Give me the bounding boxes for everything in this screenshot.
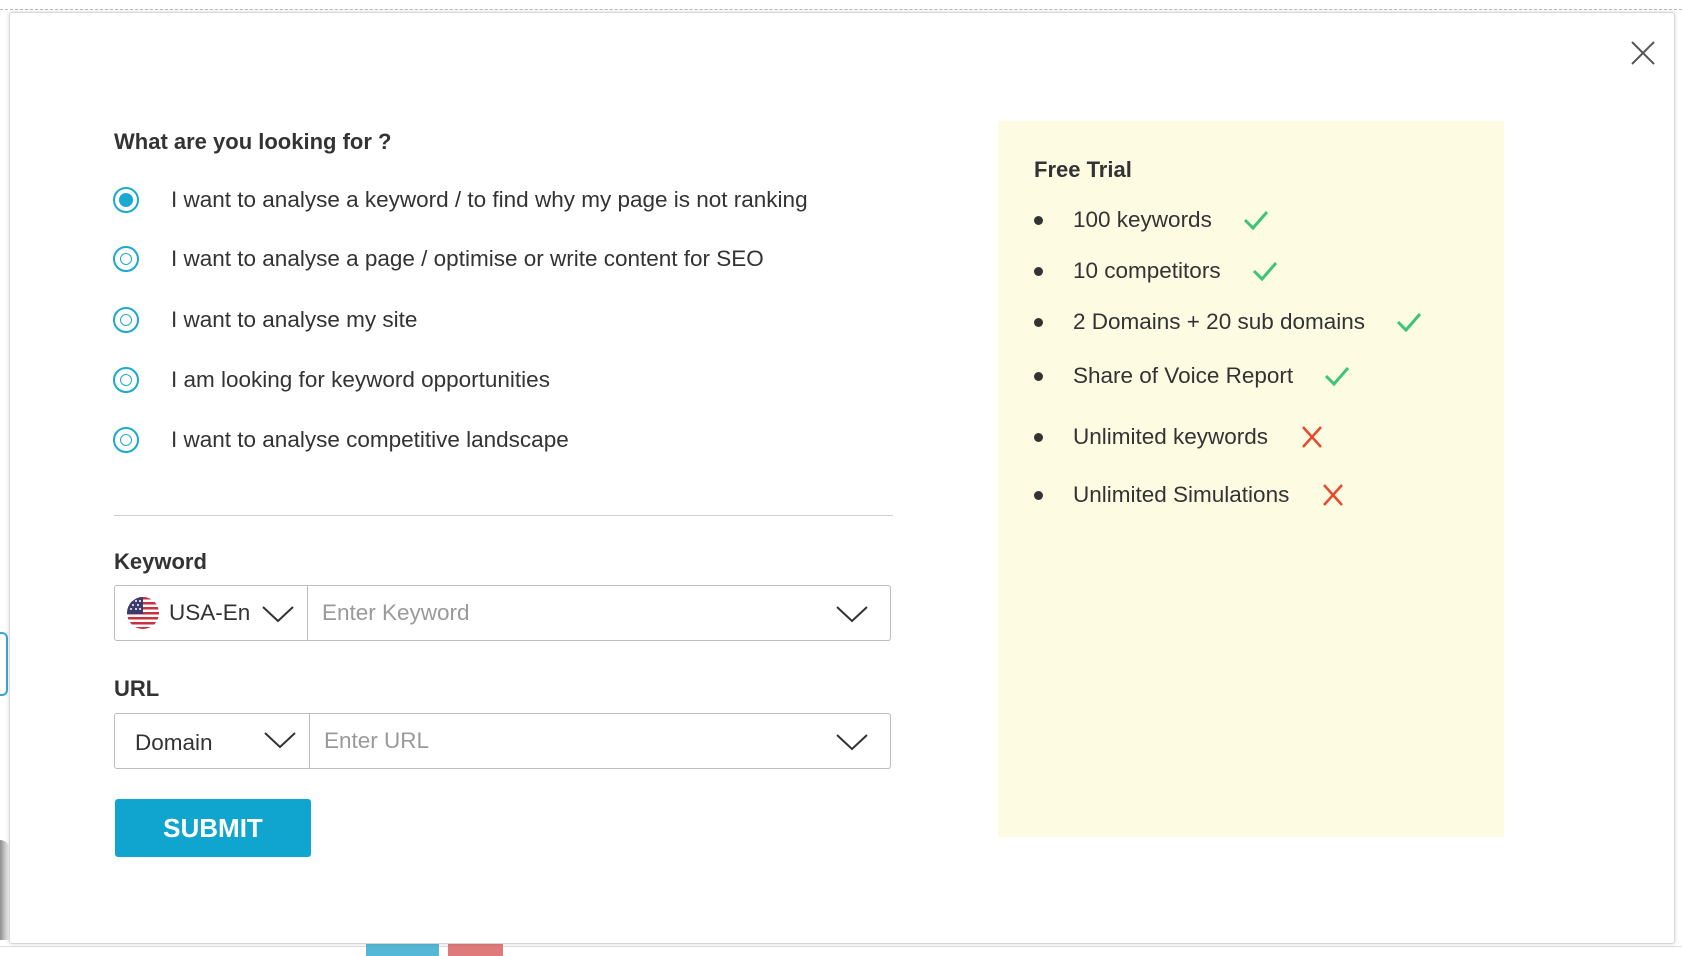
check-icon: [1252, 262, 1277, 282]
bullet-icon: [1034, 317, 1043, 327]
locale-select[interactable]: USA-En: [115, 586, 308, 640]
close-icon[interactable]: [1623, 33, 1663, 73]
chevron-down-icon[interactable]: [835, 732, 869, 752]
option-keyword-opportunities[interactable]: I am looking for keyword opportunities: [113, 363, 550, 397]
section-divider: [114, 515, 893, 516]
chevron-down-icon[interactable]: [261, 604, 295, 624]
feature-item: Share of Voice Report: [1034, 359, 1351, 393]
bullet-icon: [1034, 266, 1043, 276]
feature-item: Unlimited keywords: [1034, 420, 1326, 454]
option-label: I want to analyse my site: [171, 307, 418, 332]
radio-icon[interactable]: [113, 367, 139, 393]
bullet-icon: [1034, 490, 1043, 500]
locale-value: USA-En: [169, 600, 251, 625]
background-divider: [0, 9, 1682, 10]
keyword-input-group: USA-En: [114, 585, 891, 641]
onboarding-modal: What are you looking for ? I want to ana…: [9, 12, 1675, 944]
option-analyse-page[interactable]: I want to analyse a page / optimise or w…: [113, 242, 764, 276]
background-panel-edge: [0, 632, 8, 696]
url-label: URL: [114, 676, 160, 701]
check-icon: [1396, 313, 1422, 333]
bullet-icon: [1034, 215, 1043, 225]
url-type-value: Domain: [135, 730, 213, 755]
url-type-select[interactable]: Domain: [115, 714, 310, 768]
question-heading: What are you looking for ?: [114, 129, 392, 154]
bullet-icon: [1034, 371, 1043, 381]
keyword-label: Keyword: [114, 549, 207, 574]
feature-text: Share of Voice Report: [1073, 363, 1294, 388]
option-label: I want to analyse a page / optimise or w…: [171, 246, 764, 271]
radio-icon[interactable]: [113, 187, 139, 213]
background-bar-red: [448, 942, 503, 956]
keyword-input[interactable]: [308, 599, 824, 627]
feature-text: 10 competitors: [1073, 258, 1221, 283]
option-label: I am looking for keyword opportunities: [171, 367, 550, 392]
bullet-icon: [1034, 432, 1043, 442]
feature-item: 2 Domains + 20 sub domains: [1034, 305, 1423, 339]
free-trial-title: Free Trial: [1034, 157, 1132, 182]
option-analyse-site[interactable]: I want to analyse my site: [113, 303, 417, 337]
feature-item: 10 competitors: [1034, 254, 1279, 288]
chevron-down-icon[interactable]: [835, 604, 869, 624]
feature-item: 100 keywords: [1034, 203, 1270, 237]
free-trial-panel: Free Trial 100 keywords 10 competitors 2…: [998, 121, 1504, 837]
feature-text: Unlimited Simulations: [1073, 482, 1290, 507]
keyword-field: [308, 586, 890, 640]
option-label: I want to analyse a keyword / to find wh…: [171, 187, 808, 212]
check-icon: [1325, 367, 1350, 387]
option-analyse-keyword[interactable]: I want to analyse a keyword / to find wh…: [113, 183, 808, 217]
url-input[interactable]: [310, 727, 826, 755]
option-label: I want to analyse competitive landscape: [171, 427, 569, 452]
check-icon: [1243, 211, 1268, 231]
radio-icon[interactable]: [113, 307, 139, 333]
background-bar-blue: [366, 942, 439, 956]
radio-icon[interactable]: [113, 427, 139, 453]
option-competitive-landscape[interactable]: I want to analyse competitive landscape: [113, 423, 569, 457]
submit-button[interactable]: SUBMIT: [115, 799, 311, 857]
url-field: [310, 714, 890, 768]
url-input-group: Domain: [114, 713, 891, 769]
feature-text: 2 Domains + 20 sub domains: [1073, 309, 1366, 334]
feature-text: 100 keywords: [1073, 207, 1212, 232]
feature-text: Unlimited keywords: [1073, 424, 1269, 449]
radio-icon[interactable]: [113, 246, 139, 272]
cross-icon: [1323, 484, 1344, 506]
background-divider: [0, 946, 1682, 947]
us-flag-icon: [127, 597, 159, 629]
chevron-down-icon[interactable]: [263, 730, 297, 750]
cross-icon: [1302, 426, 1322, 448]
feature-item: Unlimited Simulations: [1034, 478, 1347, 512]
